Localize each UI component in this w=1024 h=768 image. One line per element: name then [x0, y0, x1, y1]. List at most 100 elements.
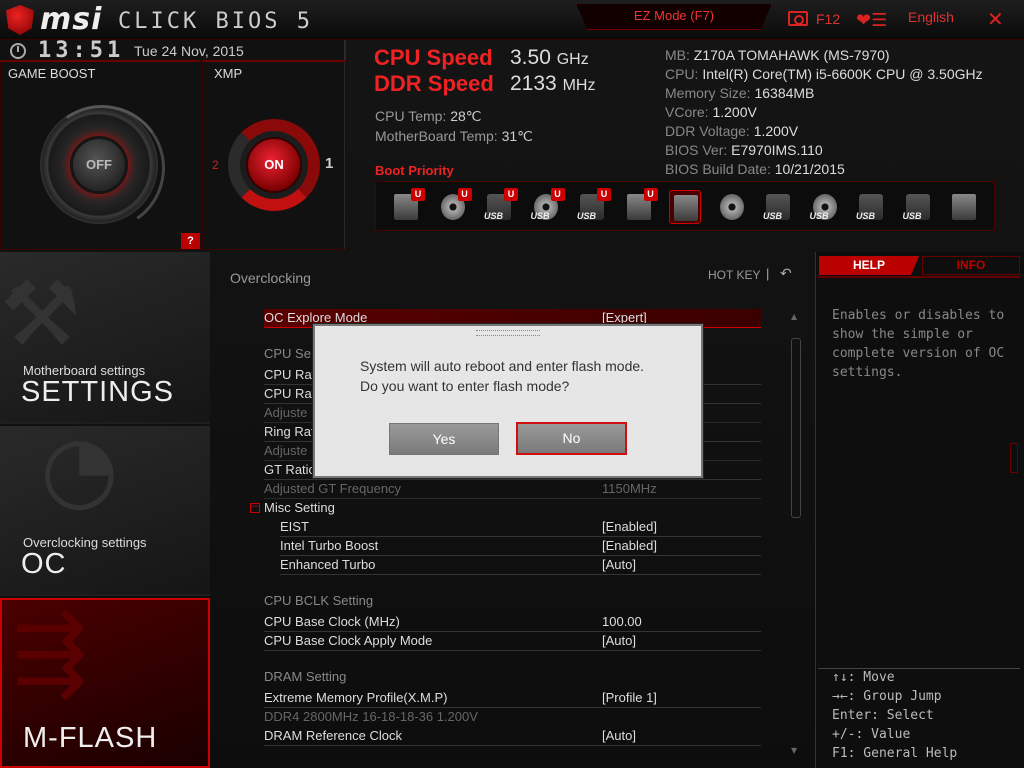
section-dram: DRAM Setting: [264, 669, 347, 684]
boot-device-usb-optical-icon[interactable]: USB: [809, 190, 841, 224]
favorites-heart-icon[interactable]: ❤☰: [856, 10, 887, 31]
setting-label: CPU Base Clock (MHz): [264, 614, 400, 629]
product-name: CLICK BIOS 5: [118, 9, 313, 34]
yes-button[interactable]: Yes: [389, 423, 499, 455]
sysinfo-row: DDR Voltage: 1.200V: [665, 122, 983, 141]
group-misc-setting[interactable]: Misc Setting: [264, 499, 761, 518]
device-shape: [719, 194, 744, 220]
clock-icon: [10, 43, 26, 59]
ez-mode-button[interactable]: EZ Mode (F7): [576, 4, 772, 30]
dialog-drag-handle[interactable]: [476, 330, 540, 336]
boot-device-optical-icon[interactable]: U: [437, 188, 472, 224]
xmp-knob[interactable]: ON: [246, 137, 302, 193]
cpu-speed-number: 3.50: [510, 46, 551, 69]
boot-device-usb-hdd-icon[interactable]: USB U: [483, 188, 518, 224]
boot-device-usb-hdd-icon[interactable]: USB: [762, 190, 794, 224]
mb-temp-label: MotherBoard Temp:: [375, 128, 498, 144]
sysinfo-value: 16384MB: [754, 85, 815, 101]
close-icon[interactable]: ✕: [987, 7, 1004, 31]
nav-mflash[interactable]: ⇶ M-FLASH: [0, 598, 210, 768]
sysinfo-value: Intel(R) Core(TM) i5-6600K CPU @ 3.50GHz: [702, 66, 983, 82]
xmp-profile-2-label[interactable]: 2: [212, 158, 219, 172]
dialog-line-2: Do you want to enter flash mode?: [360, 378, 570, 394]
section-cpu: CPU Se: [264, 346, 311, 361]
boot-device-network-icon[interactable]: [948, 190, 980, 224]
setting-value: [Auto]: [602, 557, 636, 572]
cpu-speed-value: 3.50 GHz: [510, 46, 589, 70]
help-question-icon[interactable]: ?: [181, 233, 200, 249]
sysinfo-key: BIOS Build Date:: [665, 161, 771, 177]
nav-settings-title: SETTINGS: [21, 376, 175, 408]
ddr-speed-label: DDR Speed: [374, 71, 494, 96]
setting-row-adjusted-gt: Adjusted GT Frequency 1150MHz: [264, 480, 761, 499]
sysinfo-row: CPU: Intel(R) Core(TM) i5-6600K CPU @ 3.…: [665, 65, 983, 84]
hotkey-button[interactable]: HOT KEY: [708, 268, 760, 282]
setting-row-enhanced-turbo[interactable]: Enhanced Turbo [Auto]: [280, 556, 761, 575]
xmp-profile-1-label[interactable]: 1: [325, 155, 333, 172]
key-help-item: →←: Group Jump: [832, 689, 942, 704]
setting-value: [Auto]: [602, 728, 636, 743]
boot-device-hdd-selected-icon[interactable]: [669, 190, 701, 224]
nav-oc[interactable]: ◔ Overclocking settings OC: [0, 416, 210, 596]
setting-value: [Enabled]: [602, 538, 657, 553]
language-selector[interactable]: English: [908, 9, 954, 25]
boot-device-usb-key-icon[interactable]: USB: [855, 190, 887, 224]
scroll-up-icon[interactable]: ▲: [791, 312, 797, 321]
flash-mode-dialog: [313, 324, 703, 478]
back-icon[interactable]: ↶: [780, 266, 792, 282]
game-boost-label: GAME BOOST: [8, 66, 96, 81]
setting-row-base-clock[interactable]: CPU Base Clock (MHz) 100.00: [264, 613, 761, 632]
sysinfo-key: CPU:: [665, 66, 699, 82]
setting-row-base-clock-mode[interactable]: CPU Base Clock Apply Mode [Auto]: [264, 632, 761, 651]
nav-mflash-title: M-FLASH: [23, 722, 158, 754]
screenshot-key-label[interactable]: F12: [816, 11, 840, 27]
uefi-badge: U: [504, 188, 518, 201]
key-help-item: Enter: Select: [832, 708, 934, 723]
usb-icon: ⇶: [12, 600, 88, 705]
setting-label: Enhanced Turbo: [280, 557, 376, 572]
boot-device-floppy-icon[interactable]: U: [623, 188, 658, 224]
device-tag: USB: [530, 211, 550, 221]
boot-priority-label: Boot Priority: [375, 163, 454, 178]
scroll-down-icon[interactable]: ▼: [791, 746, 797, 755]
boot-device-hdd-icon[interactable]: U: [390, 188, 425, 224]
side-handle[interactable]: [1010, 443, 1018, 473]
sysinfo-row: BIOS Build Date: 10/21/2015: [665, 160, 983, 179]
dialog-line-1: System will auto reboot and enter flash …: [360, 358, 645, 374]
tab-info[interactable]: INFO: [922, 256, 1020, 275]
system-info-list: MB: Z170A TOMAHAWK (MS-7970) CPU: Intel(R…: [665, 46, 983, 179]
camera-icon[interactable]: [788, 11, 808, 26]
device-tag: USB: [484, 211, 504, 221]
boot-device-usb-floppy-icon[interactable]: USB: [902, 190, 934, 224]
ddr-speed-unit: MHz: [562, 77, 596, 94]
nav-oc-title: OC: [21, 548, 67, 580]
scrollbar-thumb[interactable]: [791, 338, 801, 518]
setting-row-dram-ref-clock[interactable]: DRAM Reference Clock [Auto]: [264, 727, 761, 746]
setting-row-turbo-boost[interactable]: Intel Turbo Boost [Enabled]: [280, 537, 761, 556]
setting-value: [Auto]: [602, 633, 636, 648]
no-button[interactable]: No: [516, 422, 627, 455]
cpu-temp-label: CPU Temp:: [375, 108, 447, 124]
cpu-temp-value: 28℃: [450, 108, 482, 124]
boot-device-usb-key-icon[interactable]: USB U: [576, 188, 611, 224]
sysinfo-value: 1.200V: [753, 123, 799, 139]
tab-help[interactable]: HELP: [819, 256, 919, 275]
tools-icon: ⚒: [0, 262, 81, 367]
sysinfo-key: VCore:: [665, 104, 709, 120]
device-tag: USB: [856, 211, 876, 221]
setting-row-xmp[interactable]: Extreme Memory Profile(X.M.P) [Profile 1]: [264, 689, 761, 708]
nav-settings[interactable]: ⚒ Motherboard settings SETTINGS: [0, 252, 210, 424]
boot-device-optical-icon[interactable]: [716, 190, 748, 224]
game-boost-knob[interactable]: OFF: [70, 136, 128, 194]
device-shape: [674, 195, 698, 221]
collapse-icon[interactable]: −: [250, 503, 260, 513]
uefi-badge: U: [457, 188, 472, 201]
setting-value: [Enabled]: [602, 519, 657, 534]
key-help-item: +/-: Value: [832, 727, 911, 742]
brand-logo: msi: [40, 2, 103, 37]
sysinfo-row: Memory Size: 16384MB: [665, 84, 983, 103]
setting-row-eist[interactable]: EIST [Enabled]: [280, 518, 761, 537]
help-description: Enables or disables to show the simple o…: [832, 308, 1005, 380]
device-tag: USB: [809, 211, 829, 221]
boot-device-usb-optical-icon[interactable]: USB U: [530, 188, 565, 224]
